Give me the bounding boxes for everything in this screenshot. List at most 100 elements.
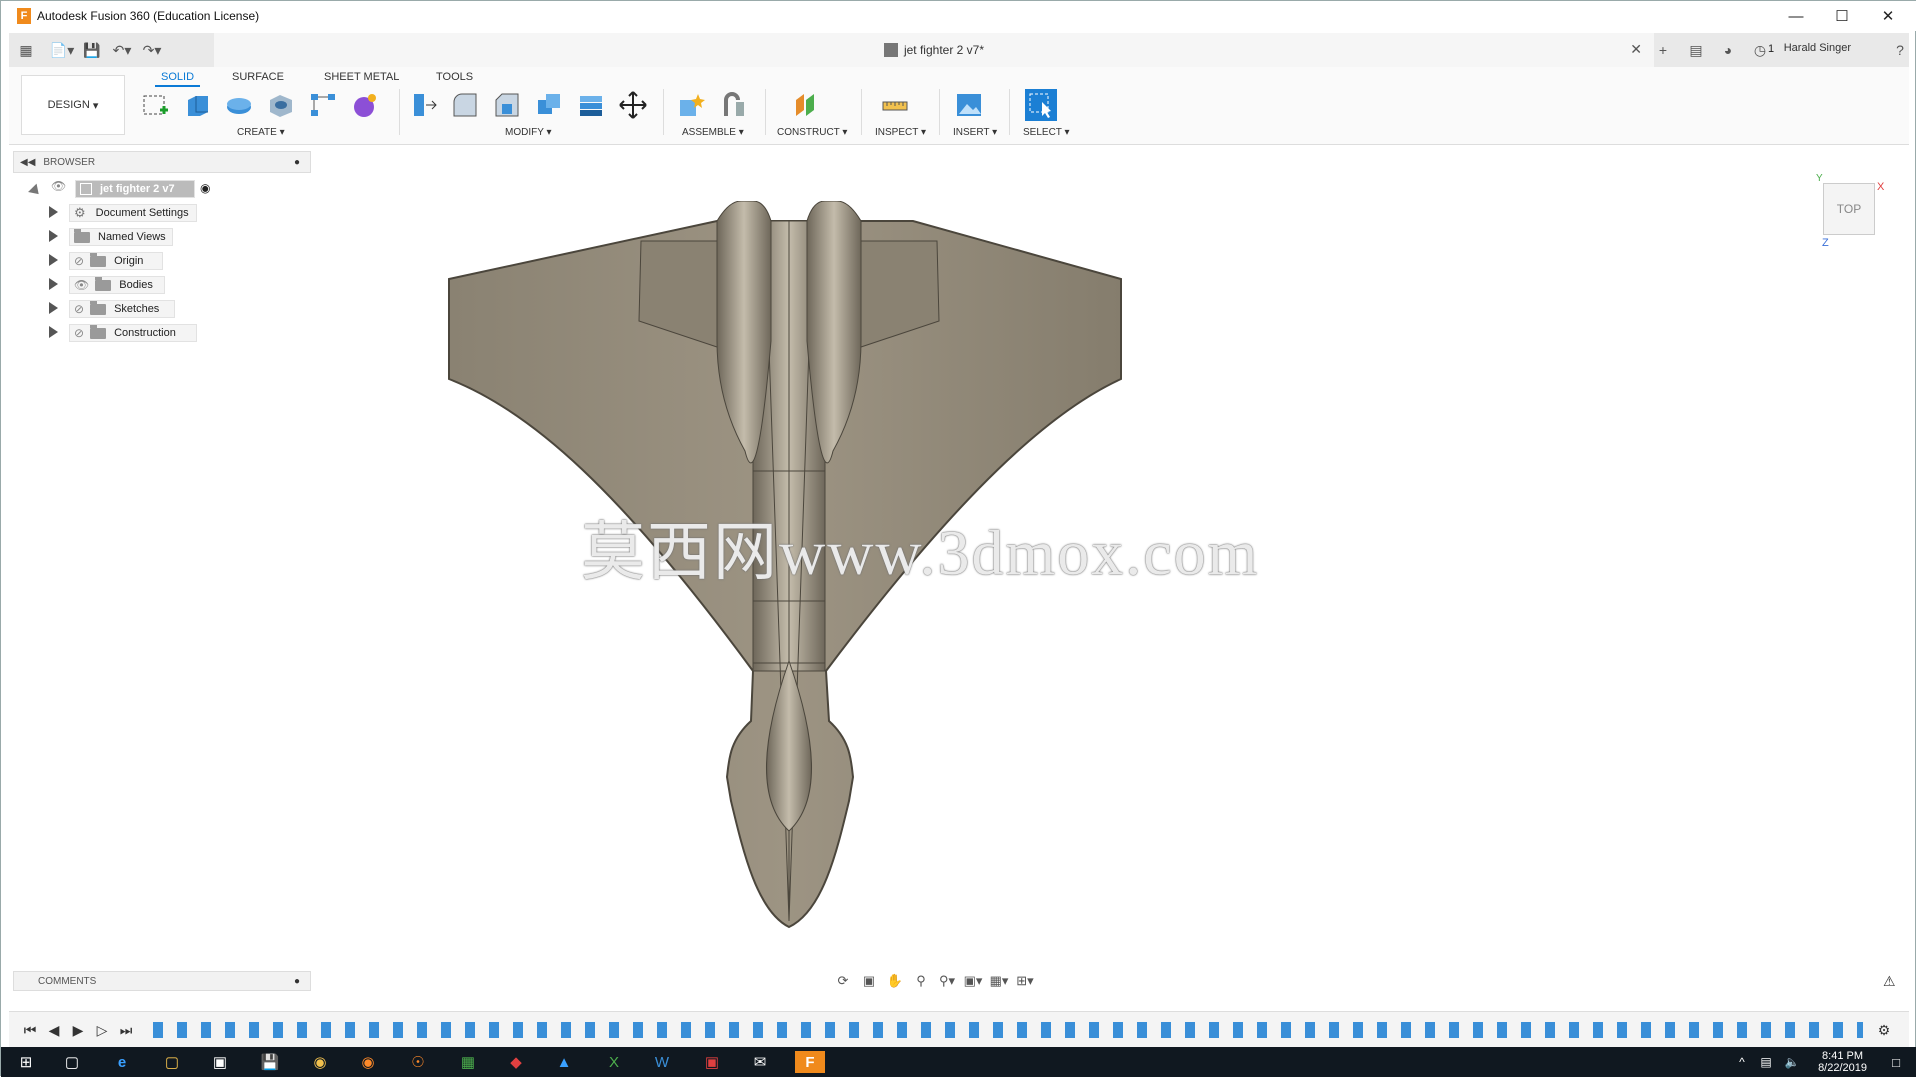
action-center-icon[interactable]: □ (1881, 1051, 1911, 1073)
save-icon[interactable]: 💾 (79, 39, 105, 61)
select-tool-icon[interactable] (1025, 89, 1057, 121)
hidden-eye-icon[interactable]: ⊘ (74, 254, 84, 268)
excel-icon[interactable]: X (599, 1051, 629, 1073)
tab-solid[interactable]: SOLID (155, 69, 201, 87)
fusion-taskbar-icon[interactable]: F (795, 1051, 825, 1073)
expand-bodies-arrow[interactable] (49, 278, 58, 290)
revolve-icon[interactable] (223, 89, 255, 121)
inspect-group-label[interactable]: INSPECT ▾ (875, 127, 926, 138)
pan-hand-icon[interactable]: ✋ (883, 970, 907, 992)
firefox-icon[interactable]: ◉ (353, 1051, 383, 1073)
assemble-group-label[interactable]: ASSEMBLE ▾ (682, 127, 744, 138)
3d-app-icon[interactable]: ▲ (549, 1051, 579, 1073)
close-document-icon[interactable]: ✕ (1630, 41, 1642, 58)
insert-image-icon[interactable] (953, 89, 985, 121)
tree-item-origin[interactable]: ⊘ Origin (69, 252, 163, 270)
construct-group-label[interactable]: CONSTRUCT ▾ (777, 127, 847, 138)
timeline-play-icon[interactable]: ▶ (67, 1020, 89, 1040)
new-tab-plus-icon[interactable]: + (1650, 39, 1676, 61)
volume-icon[interactable]: 🔈 (1777, 1051, 1807, 1073)
document-tab[interactable]: jet fighter 2 v7* ✕ (214, 33, 1654, 67)
tree-item-construction[interactable]: ⊘ Construction (69, 324, 197, 342)
tab-sheet-metal[interactable]: SHEET METAL (318, 69, 405, 87)
job-status-icon[interactable]: ◕ (1715, 39, 1741, 61)
timeline-previous-icon[interactable]: ◀ (43, 1020, 65, 1040)
press-pull-icon[interactable] (407, 89, 439, 121)
undo-icon[interactable]: ↶▾ (109, 39, 135, 61)
expand-named-views-arrow[interactable] (49, 230, 58, 242)
acrobat-icon[interactable]: ▣ (697, 1051, 727, 1073)
timeline-last-icon[interactable]: ⏭ (115, 1020, 137, 1040)
word-icon[interactable]: W (647, 1051, 677, 1073)
edge-browser-icon[interactable]: e (107, 1051, 137, 1073)
create-sketch-icon[interactable] (139, 89, 171, 121)
tree-item-document-settings[interactable]: ⚙ Document Settings (69, 204, 197, 222)
insert-group-label[interactable]: INSERT ▾ (953, 127, 997, 138)
store-icon[interactable]: ▣ (205, 1051, 235, 1073)
data-panel-grid-icon[interactable]: ▦ (13, 39, 39, 61)
workspace-switcher-button[interactable]: DESIGN ▾ (21, 75, 125, 135)
sketchup-icon[interactable]: ◆ (501, 1051, 531, 1073)
mail-icon[interactable]: ✉ (745, 1051, 775, 1073)
fit-zoom-icon[interactable]: ⚲▾ (935, 970, 959, 992)
zoom-icon[interactable]: ⚲ (909, 970, 933, 992)
tab-surface[interactable]: SURFACE (226, 69, 290, 87)
display-settings-icon[interactable]: ▣▾ (961, 970, 985, 992)
user-name[interactable]: Harald Singer (1784, 42, 1851, 54)
modify-group-label[interactable]: MODIFY ▾ (505, 127, 552, 138)
blender-icon[interactable]: ☉ (403, 1051, 433, 1073)
expand-construction-arrow[interactable] (49, 326, 58, 338)
redo-icon[interactable]: ↷▾ (139, 39, 165, 61)
chrome-icon[interactable]: ◉ (305, 1051, 335, 1073)
browser-options-icon[interactable]: ● (294, 157, 300, 168)
chamfer-icon[interactable] (491, 89, 523, 121)
create-form-icon[interactable] (349, 89, 381, 121)
visibility-eye-icon[interactable]: 👁 (51, 179, 66, 193)
minecraft-icon[interactable]: ▦ (453, 1051, 483, 1073)
move-copy-icon[interactable] (617, 89, 649, 121)
timeline-settings-gear-icon[interactable]: ⚙ (1873, 1020, 1895, 1040)
activate-component-icon[interactable]: ◉ (200, 181, 210, 195)
help-icon[interactable]: ? (1887, 39, 1913, 61)
create-group-label[interactable]: CREATE ▾ (237, 127, 285, 138)
look-at-icon[interactable]: ▣ (857, 970, 881, 992)
offset-plane-icon[interactable] (789, 89, 821, 121)
measure-icon[interactable] (879, 89, 911, 121)
save-app-icon[interactable]: 💾 (255, 1051, 285, 1073)
minimize-button[interactable]: — (1773, 1, 1819, 31)
orbit-icon[interactable]: ⟳ (831, 970, 855, 992)
expand-origin-arrow[interactable] (49, 254, 58, 266)
close-window-button[interactable]: ✕ (1865, 1, 1911, 31)
expand-root-arrow[interactable] (28, 183, 43, 199)
expand-document-settings-arrow[interactable] (49, 206, 58, 218)
hidden-eye-icon[interactable]: ⊘ (74, 302, 84, 316)
chat-icon[interactable]: ▤ (1683, 39, 1709, 61)
joint-icon[interactable] (717, 89, 749, 121)
visibility-eye-icon[interactable]: 👁 (74, 278, 89, 292)
new-component-icon[interactable] (675, 89, 707, 121)
fillet-icon[interactable] (449, 89, 481, 121)
extrude-icon[interactable] (181, 89, 213, 121)
warning-icon[interactable]: ⚠ (1883, 973, 1896, 990)
combine-icon[interactable] (575, 89, 607, 121)
windows-start-icon[interactable]: ⊞ (11, 1051, 41, 1073)
system-clock[interactable]: 8:41 PM 8/22/2019 (1818, 1050, 1867, 1074)
timeline-next-icon[interactable]: ▷ (91, 1020, 113, 1040)
comments-options-icon[interactable]: ● (294, 976, 300, 987)
file-menu-icon[interactable]: 📄▾ (49, 39, 75, 61)
collapse-browser-icon[interactable]: ◀◀ (20, 157, 35, 168)
hidden-eye-icon[interactable]: ⊘ (74, 326, 84, 340)
rectangular-pattern-icon[interactable] (307, 89, 339, 121)
timeline-first-icon[interactable]: ⏮ (19, 1020, 41, 1040)
maximize-button[interactable]: ☐ (1819, 1, 1865, 31)
grid-settings-icon[interactable]: ▦▾ (987, 970, 1011, 992)
hole-icon[interactable] (265, 89, 297, 121)
view-cube[interactable]: TOP (1823, 183, 1875, 235)
task-view-icon[interactable]: ▢ (57, 1051, 87, 1073)
root-component-node[interactable]: jet fighter 2 v7 (75, 180, 195, 198)
viewports-icon[interactable]: ⊞▾ (1013, 970, 1037, 992)
expand-sketches-arrow[interactable] (49, 302, 58, 314)
tree-item-sketches[interactable]: ⊘ Sketches (69, 300, 175, 318)
tab-tools[interactable]: TOOLS (430, 69, 479, 87)
select-group-label[interactable]: SELECT ▾ (1023, 127, 1070, 138)
